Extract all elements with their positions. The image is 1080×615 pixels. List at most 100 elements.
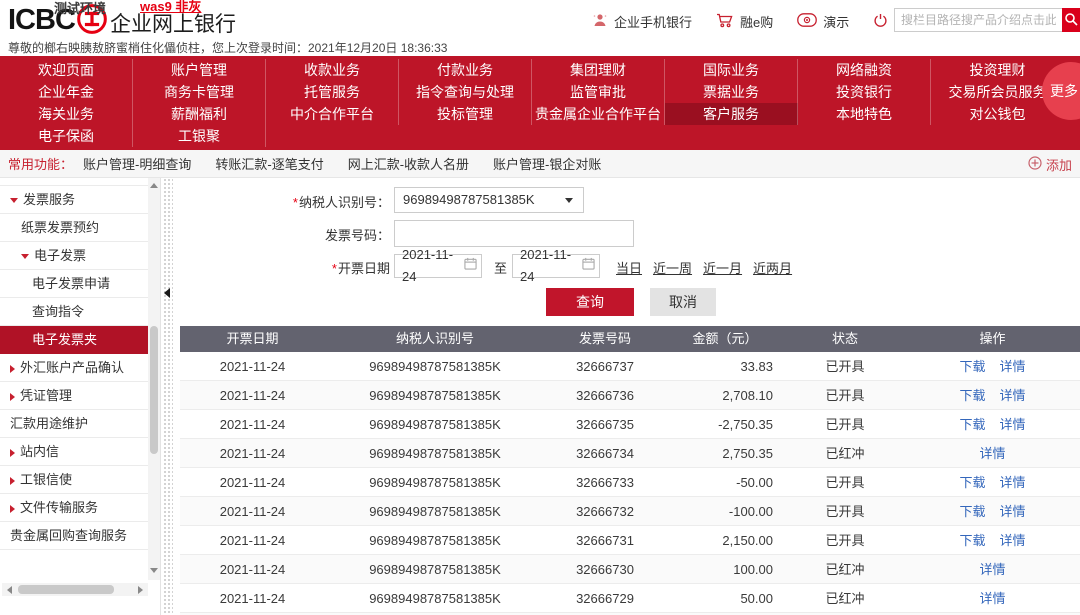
nav-item[interactable]: 网络融资 xyxy=(798,59,931,81)
action-link[interactable]: 详情 xyxy=(1000,359,1026,374)
sidebar-item[interactable]: 外汇账户产品确认 xyxy=(0,354,148,382)
sidebar-item[interactable]: 纸票发票预约 xyxy=(0,214,148,242)
cell-actions: 下载详情 xyxy=(905,352,1080,380)
sidebar-item[interactable]: 汇款用途维护 xyxy=(0,410,148,438)
date-to-input[interactable]: 2021-11-24 xyxy=(512,254,600,278)
column-header: 金额（元） xyxy=(665,326,785,352)
mobile-banking-link[interactable]: 企业手机银行 xyxy=(592,12,692,31)
rong-e-gou-link[interactable]: 融e购 xyxy=(716,12,773,31)
action-link[interactable]: 下载 xyxy=(959,475,985,490)
action-link[interactable]: 详情 xyxy=(979,446,1005,461)
sidebar-item[interactable]: 发票服务 xyxy=(0,186,148,214)
horizontal-scroll-thumb[interactable] xyxy=(18,585,114,594)
scroll-right-icon[interactable] xyxy=(138,586,143,594)
nav-item[interactable]: 国际业务 xyxy=(665,59,798,81)
action-link[interactable]: 下载 xyxy=(959,417,985,432)
column-header: 状态 xyxy=(785,326,905,352)
add-quick-function-button[interactable]: 添加 xyxy=(1028,150,1072,178)
sidebar-item[interactable]: 贵金属回购查询服务 xyxy=(0,522,148,550)
sidebar-collapse-icon[interactable] xyxy=(164,288,170,298)
nav-item[interactable]: 海关业务 xyxy=(0,103,133,125)
sidebar-item[interactable]: 文件传输服务 xyxy=(0,494,148,522)
scroll-up-icon[interactable] xyxy=(150,183,158,188)
taxpayer-id-value: 96989498787581385K xyxy=(403,192,535,207)
sidebar-item-label: 查询指令 xyxy=(32,304,84,319)
taxpayer-id-select[interactable]: 96989498787581385K xyxy=(394,187,584,213)
action-link[interactable]: 下载 xyxy=(959,504,985,519)
nav-item[interactable]: 监管审批 xyxy=(532,81,665,103)
search-button[interactable] xyxy=(1062,8,1080,32)
overlay-note: was9 非灰 xyxy=(140,0,201,15)
nav-item[interactable]: 欢迎页面 xyxy=(0,59,133,81)
date-from-input[interactable]: 2021-11-24 xyxy=(394,254,482,278)
query-button[interactable]: 查询 xyxy=(546,288,634,316)
nav-item[interactable]: 工银聚 xyxy=(133,125,266,147)
vertical-scroll-thumb[interactable] xyxy=(150,326,158,454)
nav-item[interactable]: 薪酬福利 xyxy=(133,103,266,125)
action-link[interactable]: 详情 xyxy=(1000,533,1026,548)
nav-item[interactable]: 票据业务 xyxy=(665,81,798,103)
cancel-button[interactable]: 取消 xyxy=(650,288,716,316)
date-range-link[interactable]: 近两月 xyxy=(753,258,792,277)
cell-invoice-no: 32666734 xyxy=(545,439,665,467)
cell-invoice-no: 32666735 xyxy=(545,410,665,438)
nav-item[interactable]: 贵金属企业合作平台 xyxy=(532,103,665,125)
cell-amount: 50.00 xyxy=(665,584,785,612)
sidebar-item[interactable]: 预约服务 xyxy=(0,178,148,186)
nav-item[interactable]: 中介合作平台 xyxy=(266,103,399,125)
nav-item[interactable]: 对公钱包 xyxy=(931,103,1064,125)
action-link[interactable]: 下载 xyxy=(959,359,985,374)
sidebar-item[interactable]: 凭证管理 xyxy=(0,382,148,410)
sidebar-item-active[interactable]: 电子发票夹 xyxy=(0,326,148,354)
sidebar-item[interactable]: 电子发票申请 xyxy=(0,270,148,298)
nav-item[interactable]: 托管服务 xyxy=(266,81,399,103)
nav-item[interactable]: 本地特色 xyxy=(798,103,931,125)
action-link[interactable]: 下载 xyxy=(959,533,985,548)
action-link[interactable]: 详情 xyxy=(1000,504,1026,519)
sidebar-splitter[interactable] xyxy=(163,178,173,615)
search-input[interactable] xyxy=(894,8,1062,32)
nav-item[interactable]: 客户服务 xyxy=(665,103,798,125)
action-link[interactable]: 详情 xyxy=(1000,388,1026,403)
date-range-link[interactable]: 当日 xyxy=(616,258,642,277)
nav-item[interactable]: 付款业务 xyxy=(399,59,532,81)
action-link[interactable]: 详情 xyxy=(979,591,1005,606)
quickbar-link[interactable]: 转账汇款-逐笔支付 xyxy=(215,157,323,172)
action-link[interactable]: 详情 xyxy=(1000,417,1026,432)
scroll-left-icon[interactable] xyxy=(7,586,12,594)
action-link[interactable]: 详情 xyxy=(1000,475,1026,490)
nav-item[interactable]: 商务卡管理 xyxy=(133,81,266,103)
nav-item[interactable]: 投标管理 xyxy=(399,103,532,125)
nav-item[interactable]: 集团理财 xyxy=(532,59,665,81)
demo-link[interactable]: 演示 xyxy=(797,12,849,31)
quickbar-link[interactable]: 账户管理-明细查询 xyxy=(83,157,191,172)
nav-item[interactable]: 收款业务 xyxy=(266,59,399,81)
invoice-number-label: 发票号码： xyxy=(176,225,390,244)
action-link[interactable]: 下载 xyxy=(959,388,985,403)
required-marker: * xyxy=(293,195,298,210)
nav-item[interactable]: 指令查询与处理 xyxy=(399,81,532,103)
nav-item[interactable]: 企业年金 xyxy=(0,81,133,103)
nav-item[interactable]: 电子保函 xyxy=(0,125,133,147)
nav-item[interactable]: 账户管理 xyxy=(133,59,266,81)
sidebar-item[interactable]: 站内信 xyxy=(0,438,148,466)
sidebar-horizontal-scrollbar[interactable] xyxy=(2,583,148,596)
invoice-number-input[interactable] xyxy=(394,220,634,247)
sidebar-item-label: 发票服务 xyxy=(23,192,75,207)
sidebar-item[interactable]: 电子发票 xyxy=(0,242,148,270)
sidebar-item[interactable]: 查询指令 xyxy=(0,298,148,326)
sidebar-vertical-scrollbar[interactable] xyxy=(148,178,160,580)
scroll-down-icon[interactable] xyxy=(150,568,158,573)
triangle-right-icon xyxy=(10,449,15,457)
action-link[interactable]: 详情 xyxy=(979,562,1005,577)
cell-taxpayer-id: 96989498787581385K xyxy=(325,439,545,467)
sidebar-item[interactable]: 工银信使 xyxy=(0,466,148,494)
required-marker: * xyxy=(332,261,337,276)
quickbar-link[interactable]: 网上汇款-收款人名册 xyxy=(348,157,469,172)
quickbar-link[interactable]: 账户管理-银企对账 xyxy=(493,157,601,172)
date-from-value: 2021-11-24 xyxy=(402,244,464,288)
date-range-link[interactable]: 近一周 xyxy=(653,258,692,277)
date-range-link[interactable]: 近一月 xyxy=(703,258,742,277)
cell-date: 2021-11-24 xyxy=(180,352,325,380)
nav-item[interactable]: 投资银行 xyxy=(798,81,931,103)
